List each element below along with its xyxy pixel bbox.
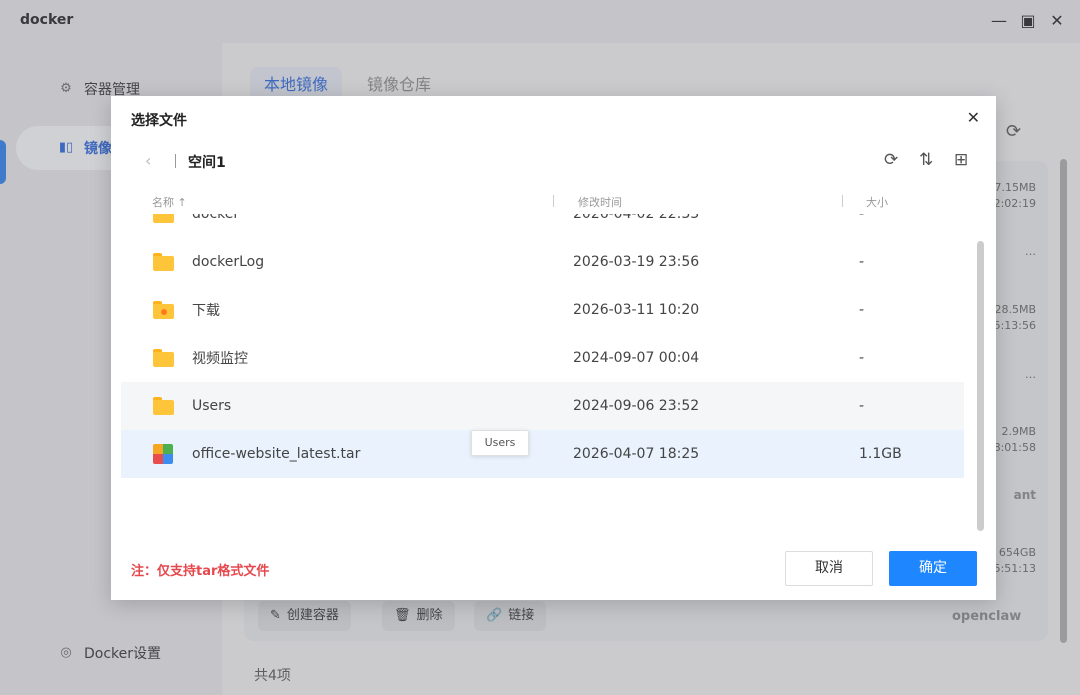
breadcrumb: 空间1 [188, 155, 226, 171]
file-size: - [859, 254, 865, 270]
file-row-selected[interactable]: office-website_latest.tar 2026-04-07 18:… [121, 430, 964, 478]
file-list: docker 2026-04-02 22:33 - dockerLog 2026… [121, 214, 964, 536]
file-size: - [859, 398, 865, 414]
file-modified: 2026-03-19 23:56 [573, 254, 700, 270]
sort-icon[interactable]: ⇅ [919, 150, 933, 170]
file-name: dockerLog [192, 254, 265, 270]
file-name: office-website_latest.tar [192, 446, 361, 462]
file-modified: 2024-09-06 23:52 [573, 398, 700, 414]
dialog-title: 选择文件 [131, 113, 187, 129]
folder-icon [153, 397, 174, 415]
grid-view-icon[interactable]: ⊞ [954, 150, 968, 170]
folder-icon [153, 253, 174, 271]
column-divider[interactable] [553, 195, 554, 207]
file-modified: 2026-04-07 18:25 [573, 446, 700, 462]
file-size: 1.1GB [859, 446, 902, 462]
format-note: 注：仅支持tar格式文件 [131, 564, 270, 579]
file-name: 视频监控 [192, 351, 248, 367]
file-modified: 2026-04-02 22:33 [573, 214, 700, 222]
archive-file-icon [153, 444, 173, 464]
column-divider[interactable] [842, 195, 843, 207]
file-row[interactable]: docker 2026-04-02 22:33 - [121, 214, 964, 238]
close-icon[interactable]: ✕ [967, 108, 980, 127]
cancel-button[interactable]: 取消 [785, 551, 873, 586]
sort-arrow-icon: ↑ [177, 196, 187, 209]
file-size: - [859, 302, 865, 318]
file-name: 下载 [192, 303, 220, 319]
folder-icon [153, 349, 174, 367]
confirm-button[interactable]: 确定 [889, 551, 977, 586]
column-label: 名称 [152, 196, 174, 209]
download-folder-icon [153, 301, 174, 319]
file-row[interactable]: 视频监控 2024-09-07 00:04 - [121, 334, 964, 382]
file-row[interactable]: 下载 2026-03-11 10:20 - [121, 286, 964, 334]
file-row[interactable]: Users 2024-09-06 23:52 - [121, 382, 964, 430]
column-header-size[interactable]: 大小 [866, 194, 888, 210]
tooltip: Users [471, 430, 529, 456]
file-picker-dialog: 选择文件 ✕ ‹ 空间1 ⟳ ⇅ ⊞ 名称 ↑ 修改时间 大小 docker 2… [111, 96, 996, 600]
file-row[interactable]: dockerLog 2026-03-19 23:56 - [121, 238, 964, 286]
divider [175, 154, 176, 168]
refresh-icon[interactable]: ⟳ [884, 150, 898, 170]
folder-icon [153, 214, 174, 223]
file-name: Users [192, 398, 232, 414]
file-size: - [859, 214, 865, 222]
file-modified: 2024-09-07 00:04 [573, 350, 700, 366]
column-header-name[interactable]: 名称 ↑ [152, 194, 187, 210]
file-list-scrollbar[interactable] [977, 241, 984, 531]
file-name: docker [192, 214, 240, 222]
file-size: - [859, 350, 865, 366]
column-header-modified[interactable]: 修改时间 [578, 194, 622, 210]
file-modified: 2026-03-11 10:20 [573, 302, 700, 318]
back-icon[interactable]: ‹ [145, 151, 151, 170]
